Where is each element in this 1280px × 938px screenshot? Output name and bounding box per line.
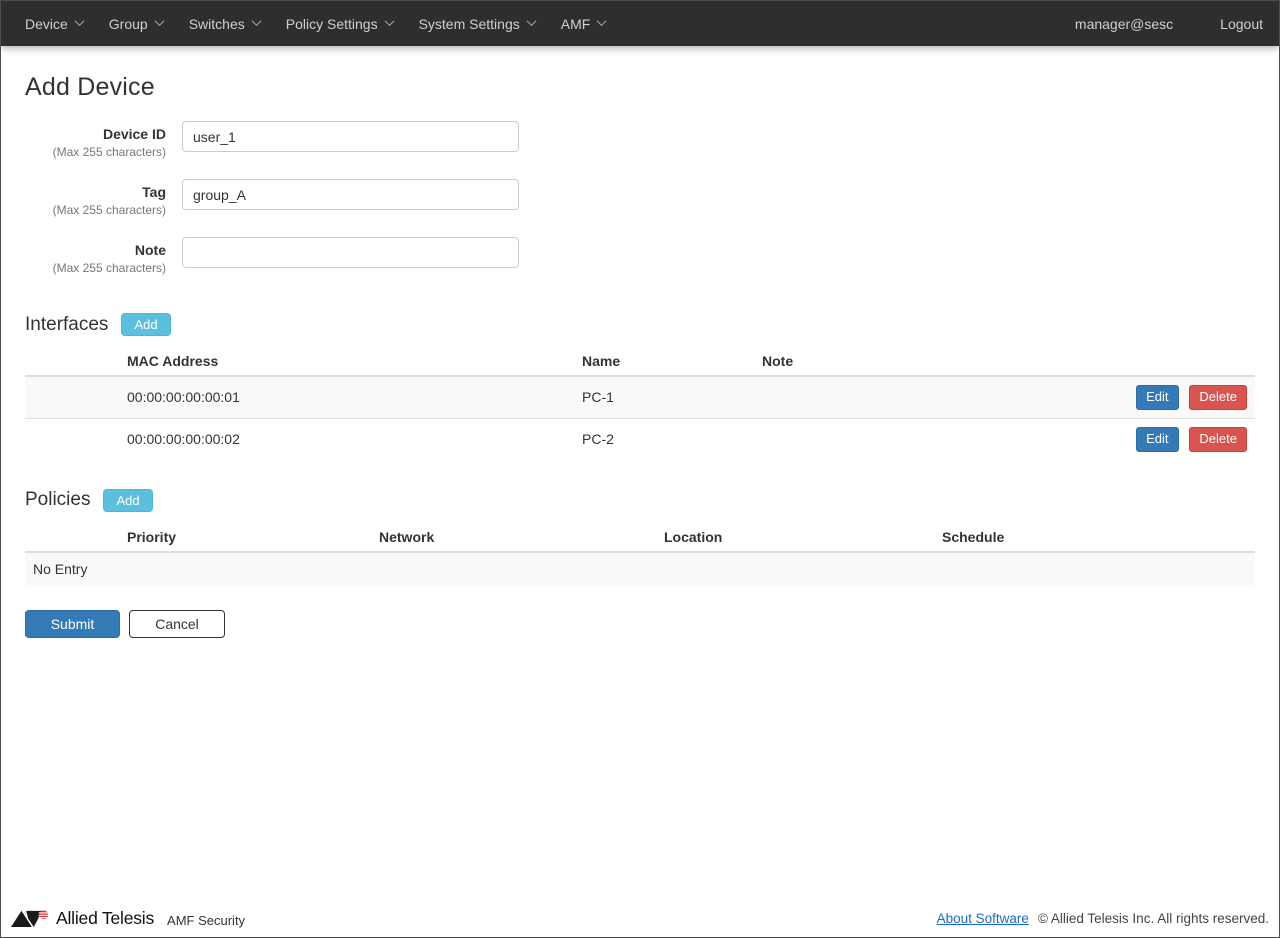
app-window: Device Group Switches Policy Settings Sy… [0, 0, 1280, 938]
nav-item-group[interactable]: Group [96, 1, 176, 46]
chevron-down-icon [74, 16, 84, 26]
device-id-hint: (Max 255 characters) [25, 145, 166, 160]
row-actions: Edit Delete [1105, 418, 1255, 459]
form-row-device-id: Device ID (Max 255 characters) [25, 121, 1255, 160]
product-name: AMF Security [167, 913, 245, 928]
no-entry-text: No Entry [25, 552, 1255, 585]
nav-item-label: AMF [561, 16, 591, 32]
main-content: Add Device Device ID (Max 255 characters… [1, 46, 1279, 902]
logged-in-user: manager@sesc [1075, 16, 1173, 32]
row-actions: Edit Delete [1105, 376, 1255, 418]
mac-address-cell: 00:00:00:00:00:01 [119, 376, 574, 418]
delete-button[interactable]: Delete [1189, 385, 1247, 410]
spacer-cell [25, 418, 119, 459]
allied-telesis-logo-icon [11, 908, 49, 929]
nav-item-switches[interactable]: Switches [176, 1, 273, 46]
col-schedule: Schedule [934, 523, 1255, 552]
nav-right: manager@sesc Logout [1075, 1, 1279, 46]
device-id-label: Device ID [25, 126, 166, 143]
nav-item-device[interactable]: Device [12, 1, 96, 46]
nav-item-label: Device [25, 16, 68, 32]
nav-item-label: System Settings [419, 16, 520, 32]
top-navbar: Device Group Switches Policy Settings Sy… [1, 1, 1279, 46]
note-label: Note [25, 242, 166, 259]
tag-input[interactable] [182, 179, 519, 210]
policies-table: Priority Network Location Schedule No En… [25, 523, 1255, 585]
col-note: Note [754, 347, 1105, 376]
cancel-button[interactable]: Cancel [129, 610, 225, 638]
form-row-note: Note (Max 255 characters) [25, 237, 1255, 276]
note-cell [754, 418, 1105, 459]
delete-button[interactable]: Delete [1189, 427, 1247, 452]
add-device-form: Device ID (Max 255 characters) Tag (Max … [25, 121, 1255, 276]
name-cell: PC-1 [574, 376, 754, 418]
nav-item-label: Policy Settings [286, 16, 378, 32]
spacer-column [25, 347, 119, 376]
page-title: Add Device [25, 73, 1255, 102]
interfaces-add-button[interactable]: Add [121, 313, 170, 336]
col-priority: Priority [119, 523, 371, 552]
note-label-group: Note (Max 255 characters) [25, 237, 166, 276]
col-actions [1105, 347, 1255, 376]
copyright-text: © Allied Telesis Inc. All rights reserve… [1038, 911, 1269, 926]
logout-button[interactable]: Logout [1220, 16, 1263, 32]
nav-item-label: Switches [189, 16, 245, 32]
footer-right: About Software © Allied Telesis Inc. All… [937, 911, 1269, 926]
policies-section-header: Policies Add [25, 489, 1255, 512]
col-mac-address: MAC Address [119, 347, 574, 376]
note-input[interactable] [182, 237, 519, 268]
chevron-down-icon [526, 16, 536, 26]
name-cell: PC-2 [574, 418, 754, 459]
spacer-cell [25, 376, 119, 418]
col-location: Location [656, 523, 934, 552]
device-id-label-group: Device ID (Max 255 characters) [25, 121, 166, 160]
chevron-down-icon [384, 16, 394, 26]
interfaces-heading: Interfaces [25, 314, 108, 336]
brand-name: Allied Telesis [56, 908, 154, 929]
table-row: 00:00:00:00:00:01 PC-1 Edit Delete [25, 376, 1255, 418]
interfaces-table: MAC Address Name Note 00:00:00:00:00:01 … [25, 347, 1255, 460]
form-row-tag: Tag (Max 255 characters) [25, 179, 1255, 218]
policies-add-button[interactable]: Add [103, 489, 152, 512]
nav-item-system-settings[interactable]: System Settings [406, 1, 548, 46]
table-row: 00:00:00:00:00:02 PC-2 Edit Delete [25, 418, 1255, 459]
mac-address-cell: 00:00:00:00:00:02 [119, 418, 574, 459]
policies-heading: Policies [25, 489, 90, 511]
empty-row: No Entry [25, 552, 1255, 585]
nav-item-policy-settings[interactable]: Policy Settings [273, 1, 406, 46]
policies-header-row: Priority Network Location Schedule [25, 523, 1255, 552]
brand: Allied Telesis AMF Security [11, 908, 245, 929]
nav-item-label: Group [109, 16, 148, 32]
nav-menu: Device Group Switches Policy Settings Sy… [1, 1, 618, 46]
about-software-link[interactable]: About Software [937, 911, 1029, 926]
edit-button[interactable]: Edit [1136, 385, 1178, 410]
submit-button[interactable]: Submit [25, 610, 120, 638]
spacer-column [25, 523, 119, 552]
nav-item-amf[interactable]: AMF [548, 1, 619, 46]
col-name: Name [574, 347, 754, 376]
col-network: Network [371, 523, 656, 552]
edit-button[interactable]: Edit [1136, 427, 1178, 452]
note-hint: (Max 255 characters) [25, 261, 166, 276]
tag-label: Tag [25, 184, 166, 201]
note-cell [754, 376, 1105, 418]
interfaces-header-row: MAC Address Name Note [25, 347, 1255, 376]
page-footer: Allied Telesis AMF Security About Softwa… [1, 902, 1279, 937]
tag-label-group: Tag (Max 255 characters) [25, 179, 166, 218]
form-actions: Submit Cancel [25, 610, 1255, 638]
tag-hint: (Max 255 characters) [25, 203, 166, 218]
device-id-input[interactable] [182, 121, 519, 152]
chevron-down-icon [251, 16, 261, 26]
chevron-down-icon [154, 16, 164, 26]
chevron-down-icon [597, 16, 607, 26]
interfaces-section-header: Interfaces Add [25, 313, 1255, 336]
